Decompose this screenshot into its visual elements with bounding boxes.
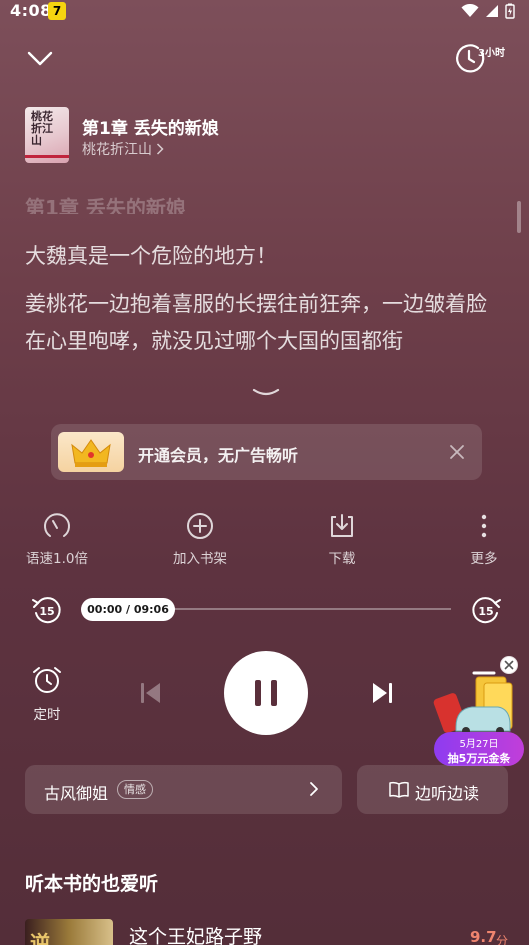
progress-thumb-time[interactable]: 00:00 / 09:06 <box>81 598 175 621</box>
sleep-timer-label: 定时 <box>33 707 61 723</box>
book-title: 桃花折江山 <box>82 142 152 158</box>
promo-date: 5月27日 <box>459 739 499 750</box>
alarm-clock-icon <box>33 667 61 693</box>
status-time: 4:08 <box>10 1 52 20</box>
recommendations-title: 听本书的也爱听 <box>25 873 159 895</box>
book-cover-band <box>25 155 69 158</box>
forward-15-icon[interactable]: 15 <box>471 595 503 625</box>
close-icon[interactable] <box>448 443 466 461</box>
more-button[interactable]: 更多 <box>444 511 524 567</box>
sleep-timer-button[interactable]: 定时 <box>27 665 67 723</box>
pause-icon <box>255 680 277 706</box>
scroll-indicator[interactable] <box>517 201 521 233</box>
cellular-icon <box>486 5 498 17</box>
more-vertical-icon <box>481 514 487 538</box>
promo-text: 抽5万元金条 <box>447 752 511 765</box>
recommendation-cover[interactable]: 逆 <box>25 919 113 945</box>
pause-button[interactable] <box>224 651 308 735</box>
download-button[interactable]: 下载 <box>302 511 382 567</box>
download-icon <box>331 514 353 537</box>
add-to-shelf-label: 加入书架 <box>173 551 227 567</box>
wifi-icon <box>461 4 479 17</box>
next-track-icon[interactable] <box>367 678 397 708</box>
add-circle-icon <box>187 513 213 539</box>
promo-badge[interactable]: 5月27日 抽5万元金条 <box>434 732 524 766</box>
text-paragraph: 姜桃花一边抱着喜服的长摆往前狂奔，一边皱着脸在心里咆哮，就没见过哪个大国的国都街 <box>25 292 487 353</box>
previous-track-icon[interactable] <box>136 678 166 708</box>
chevron-right-icon <box>156 143 164 155</box>
tag-name: 古风御姐 <box>44 784 109 803</box>
recommendation-score-unit: 分 <box>496 934 509 945</box>
battery-charging-icon <box>505 3 515 19</box>
crown-icon <box>58 432 124 472</box>
close-icon[interactable] <box>500 656 518 674</box>
speed-gauge-icon <box>44 513 70 537</box>
forward-seconds: 15 <box>478 605 493 618</box>
download-label: 下载 <box>328 551 356 567</box>
book-cover[interactable]: 桃花折江山 <box>25 107 69 163</box>
timer-label: 3小时 <box>478 48 505 59</box>
faded-chapter-heading: 第1章 丢失的新娘 <box>25 196 186 214</box>
chevron-right-icon <box>310 782 318 796</box>
more-label: 更多 <box>470 551 498 567</box>
rewind-15-icon[interactable]: 15 <box>30 595 62 625</box>
chapter-title: 第1章 丢失的新娘 <box>82 119 219 139</box>
book-title-link[interactable]: 桃花折江山 <box>82 139 164 159</box>
listen-and-read-label: 边听边读 <box>415 784 480 803</box>
recommendation-title[interactable]: 这个王妃路子野 <box>129 922 262 945</box>
add-to-shelf-button[interactable]: 加入书架 <box>160 511 240 567</box>
app-notification-icon: 7 <box>48 2 66 20</box>
recommendation-score: 9.7 <box>470 928 497 945</box>
recommendation-cover-text: 逆 <box>30 931 50 945</box>
book-cover-text: 桃花折江山 <box>31 110 53 147</box>
rewind-seconds: 15 <box>39 605 54 618</box>
expand-text-icon[interactable] <box>250 382 282 402</box>
chevron-down-icon[interactable] <box>24 44 56 72</box>
speed-button[interactable]: 语速1.0倍 <box>17 511 97 567</box>
vip-banner-text: 开通会员，无广告畅听 <box>138 446 299 465</box>
text-line: 大魏真是一个危险的地方！ <box>25 244 277 268</box>
speed-label: 语速1.0倍 <box>26 551 88 567</box>
status-icons <box>461 3 515 19</box>
tag-chip: 情感 <box>117 780 153 799</box>
open-book-icon <box>389 781 409 798</box>
